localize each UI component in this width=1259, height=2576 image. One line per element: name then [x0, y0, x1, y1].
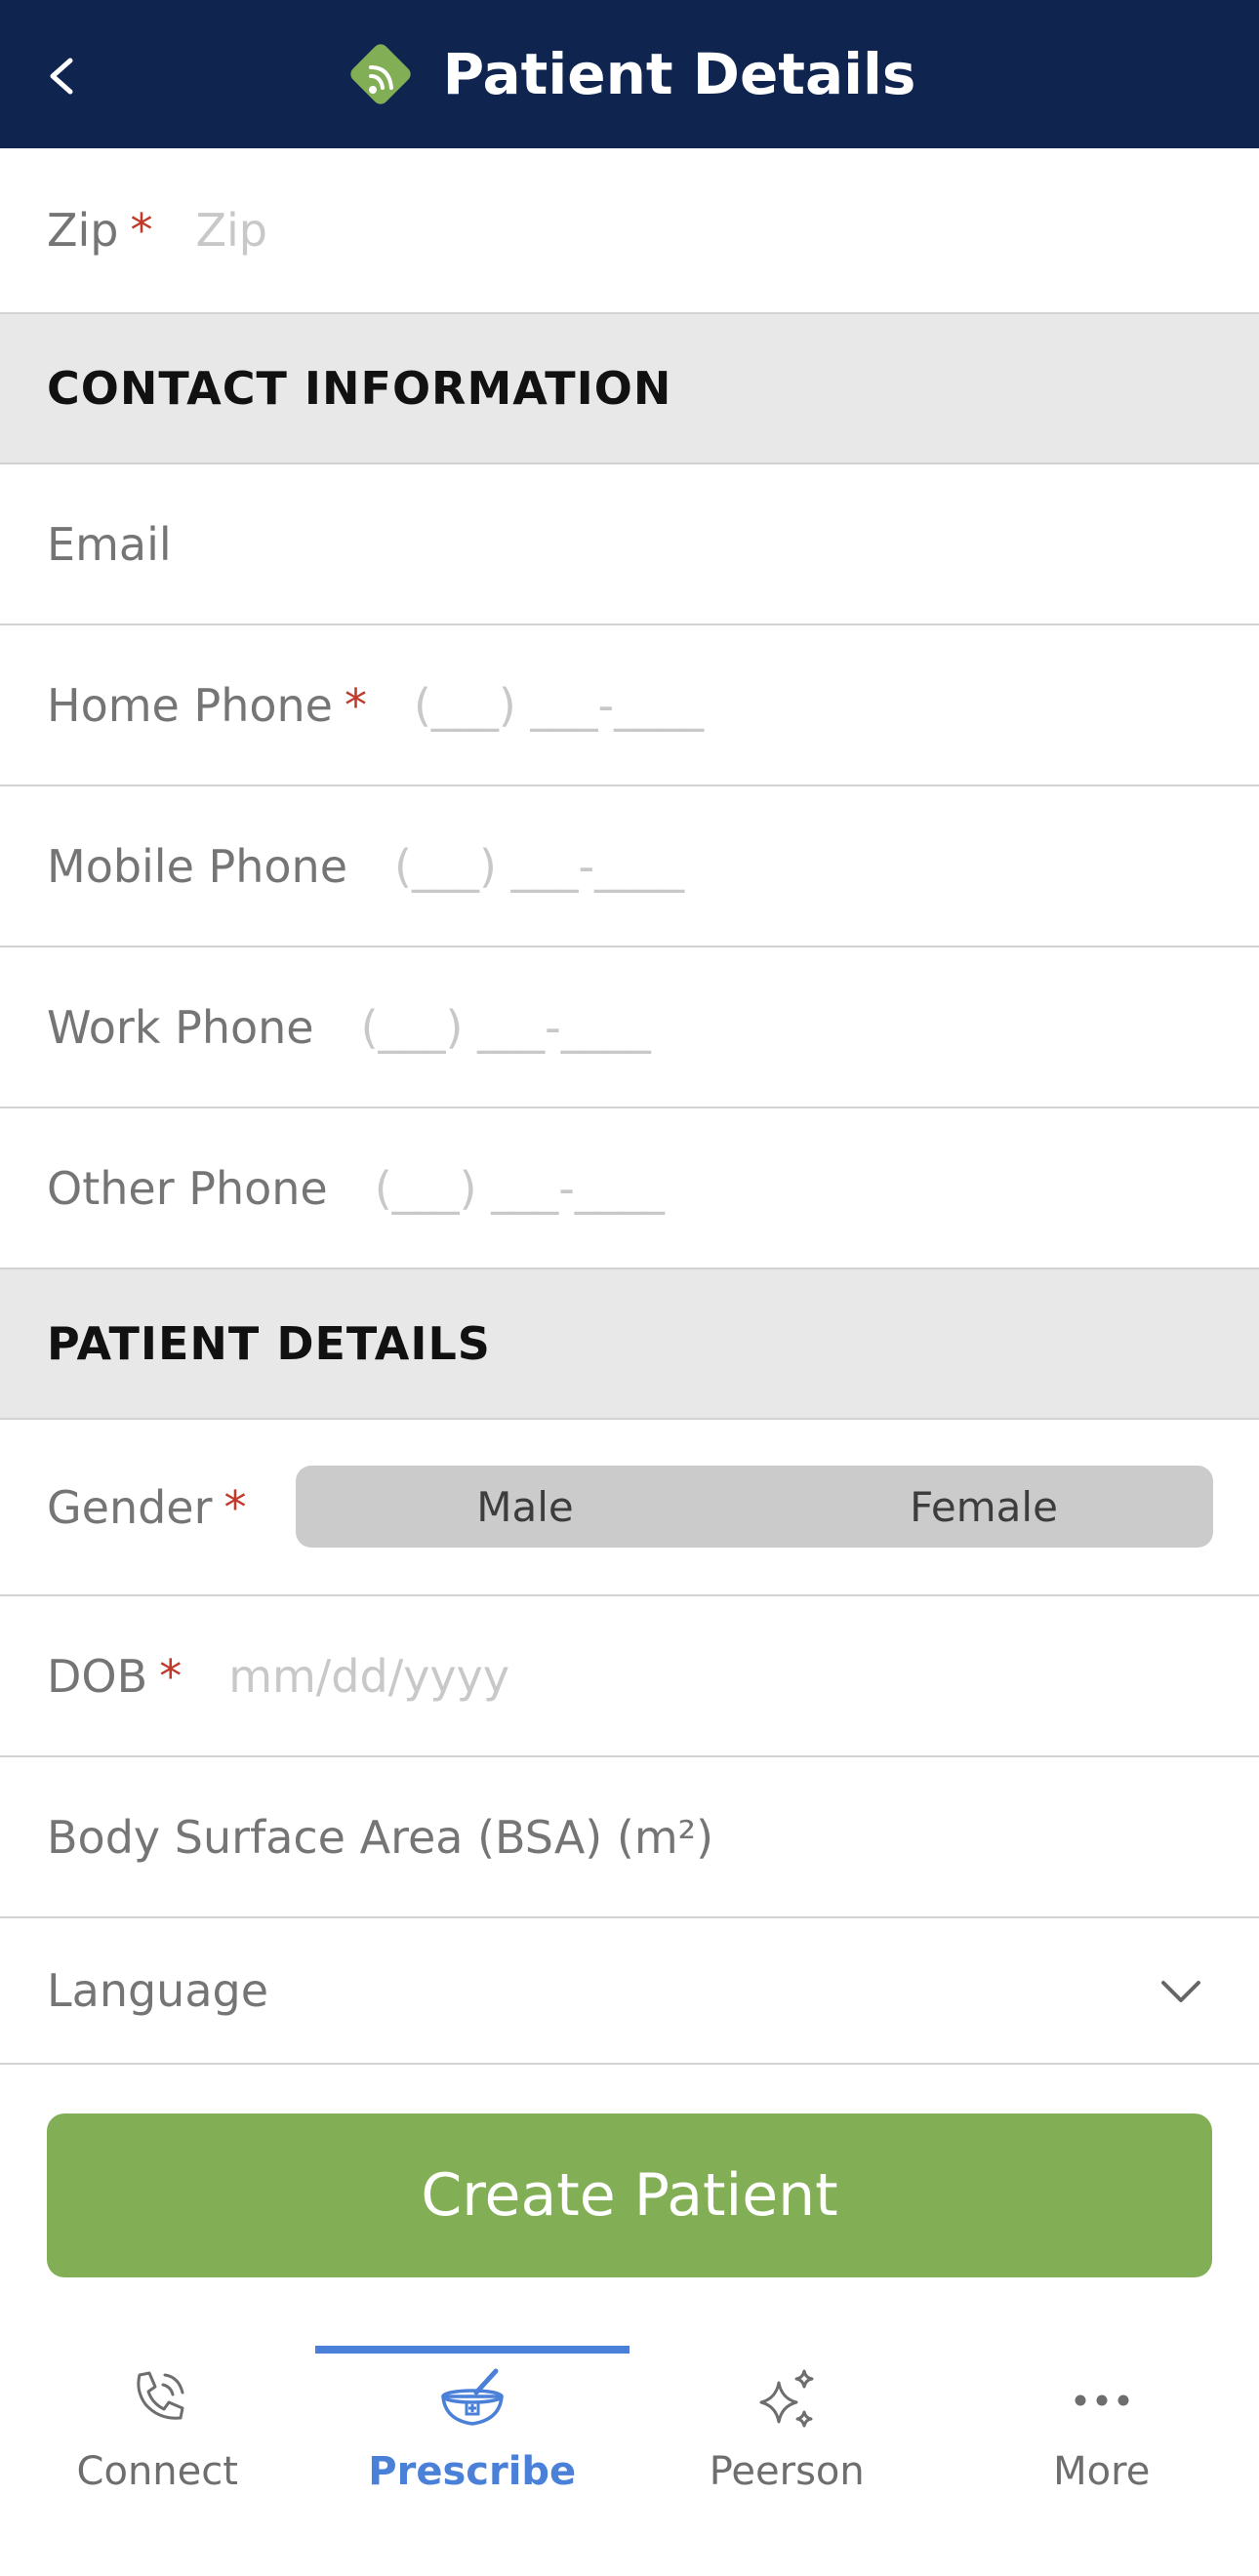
create-patient-button[interactable]: Create Patient — [47, 2113, 1212, 2277]
gender-segmented-control[interactable]: Male Female — [296, 1466, 1213, 1548]
dob-label: DOB * — [47, 1649, 183, 1703]
bottom-tab-bar: Connect Prescribe Peerson More — [0, 2346, 1259, 2576]
contact-section-header: CONTACT INFORMATION — [0, 314, 1259, 464]
required-marker: * — [130, 204, 153, 257]
tab-more-label: More — [1053, 2449, 1151, 2494]
required-marker: * — [159, 1649, 183, 1703]
gender-option-female[interactable]: Female — [754, 1466, 1213, 1548]
sparkle-icon — [759, 2369, 814, 2428]
home-phone-label: Home Phone * — [47, 678, 367, 732]
language-label: Language — [47, 1964, 269, 2017]
back-chevron-icon[interactable] — [43, 57, 82, 96]
tab-prescribe[interactable]: Prescribe — [314, 2346, 630, 2576]
work-phone-label: Work Phone — [47, 1000, 314, 1054]
home-phone-field[interactable]: Home Phone * (___) ___-____ — [0, 625, 1259, 786]
page-title: Patient Details — [442, 41, 916, 107]
dob-field[interactable]: DOB * mm/dd/yyyy — [0, 1596, 1259, 1757]
tab-connect[interactable]: Connect — [0, 2346, 315, 2576]
zip-input[interactable]: Zip — [196, 204, 268, 257]
work-phone-field[interactable]: Work Phone (___) ___-____ — [0, 947, 1259, 1108]
zip-label: Zip * — [47, 204, 153, 257]
language-dropdown[interactable]: Language — [0, 1918, 1259, 2065]
mobile-phone-input[interactable]: (___) ___-____ — [394, 840, 684, 893]
tab-prescribe-label: Prescribe — [368, 2449, 577, 2494]
phone-icon — [137, 2371, 184, 2420]
home-phone-input[interactable]: (___) ___-____ — [414, 679, 704, 732]
zip-field[interactable]: Zip * Zip — [0, 148, 1259, 314]
gender-label: Gender * — [47, 1480, 247, 1534]
email-field[interactable]: Email — [0, 464, 1259, 625]
more-dots-icon — [1075, 2395, 1129, 2406]
tab-peerson-label: Peerson — [709, 2449, 865, 2494]
other-phone-input[interactable]: (___) ___-____ — [375, 1162, 665, 1215]
chevron-down-icon — [1161, 1981, 1200, 2002]
tab-peerson[interactable]: Peerson — [630, 2346, 945, 2576]
gender-option-male[interactable]: Male — [296, 1466, 754, 1548]
work-phone-input[interactable]: (___) ___-____ — [361, 1001, 651, 1054]
app-logo-icon — [349, 44, 411, 104]
patient-section-header: PATIENT DETAILS — [0, 1269, 1259, 1420]
other-phone-field[interactable]: Other Phone (___) ___-____ — [0, 1108, 1259, 1269]
bsa-field[interactable]: Body Surface Area (BSA) (m²) — [0, 1757, 1259, 1918]
bsa-label: Body Surface Area (BSA) (m²) — [47, 1810, 714, 1864]
mobile-phone-field[interactable]: Mobile Phone (___) ___-____ — [0, 786, 1259, 947]
dob-input[interactable]: mm/dd/yyyy — [228, 1650, 509, 1703]
tab-connect-label: Connect — [76, 2449, 238, 2494]
tab-more[interactable]: More — [945, 2346, 1259, 2576]
app-header: Patient Details — [0, 0, 1259, 148]
mobile-phone-label: Mobile Phone — [47, 839, 348, 893]
required-marker: * — [223, 1480, 247, 1534]
required-marker: * — [344, 678, 367, 732]
mortar-pestle-icon — [441, 2368, 504, 2426]
other-phone-label: Other Phone — [47, 1161, 328, 1215]
email-label: Email — [47, 517, 172, 571]
